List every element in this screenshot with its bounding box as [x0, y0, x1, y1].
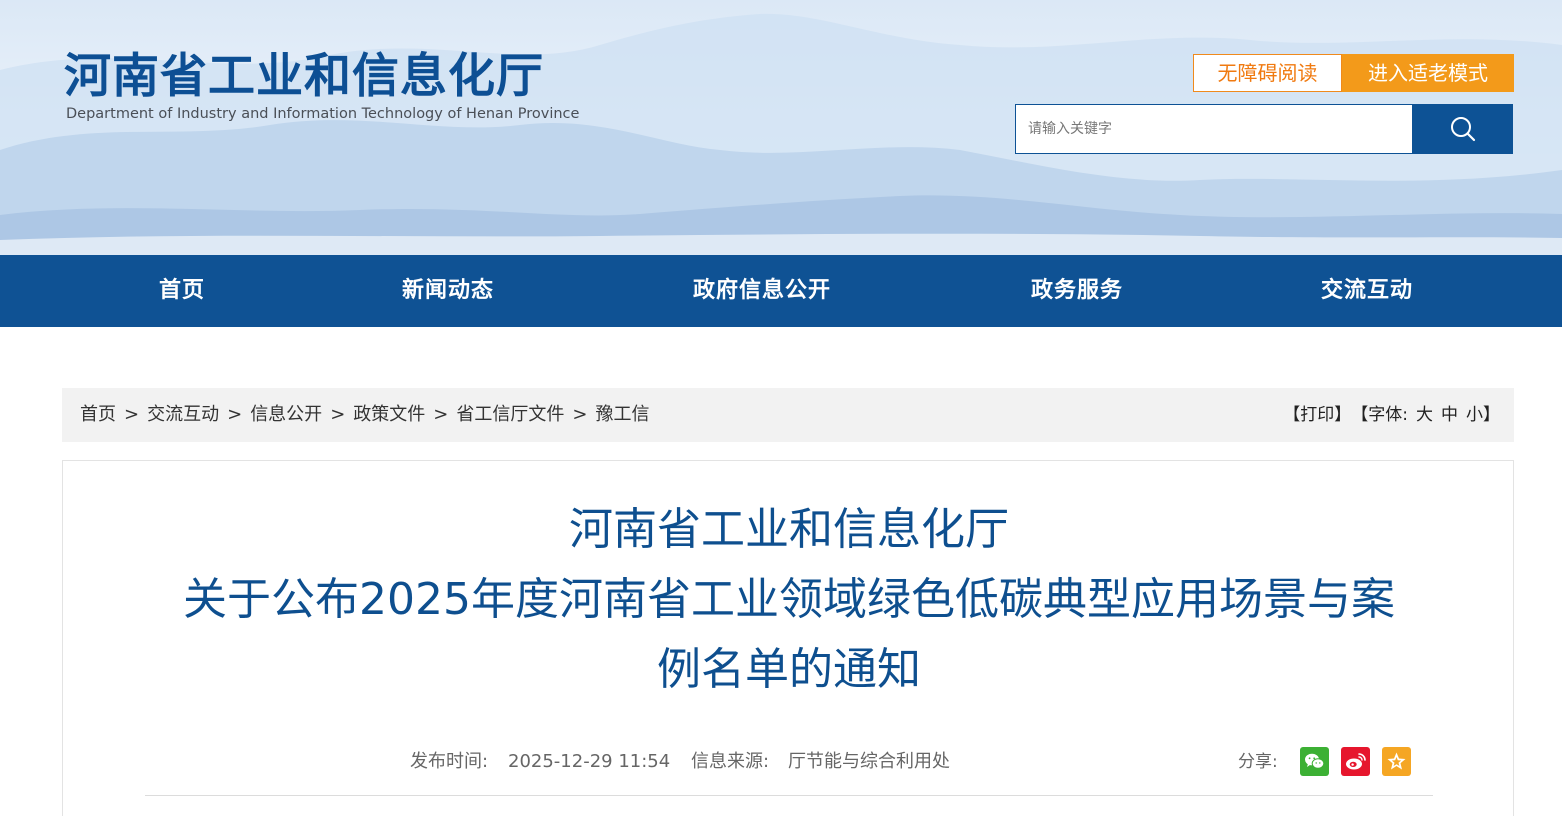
article-title-line-1: 河南省工业和信息化厅 — [569, 504, 1009, 555]
breadcrumb-separator: > — [227, 404, 243, 425]
nav-item-news[interactable]: 新闻动态 — [402, 255, 494, 327]
search-bar — [1015, 104, 1513, 154]
font-size-medium[interactable]: 中 — [1441, 388, 1458, 442]
font-size-bracket: 】 — [1483, 405, 1500, 425]
page-tools: 【打印】 【字体: 大 中 小 】 — [1283, 388, 1500, 442]
source-label: 信息来源: — [691, 751, 770, 772]
search-icon — [1450, 117, 1475, 142]
search-button[interactable] — [1412, 104, 1513, 154]
weibo-icon[interactable] — [1341, 747, 1370, 776]
breadcrumb-item-interaction[interactable]: 交流互动 — [147, 388, 219, 442]
article-panel: 河南省工业和信息化厅 关于公布2025年度河南省工业领域绿色低碳典型应用场景与案… — [62, 460, 1514, 816]
breadcrumb-separator: > — [330, 404, 346, 425]
favorite-star-icon[interactable] — [1382, 747, 1411, 776]
print-link[interactable]: 【打印】 — [1283, 388, 1351, 442]
breadcrumb-item-dept-docs[interactable]: 省工信厅文件 — [456, 388, 564, 442]
site-header: 河南省工业和信息化厅 Department of Industry and In… — [0, 0, 1562, 255]
font-size-small[interactable]: 小 — [1466, 388, 1483, 442]
share-label: 分享: — [1238, 752, 1278, 772]
wechat-icon[interactable] — [1300, 747, 1329, 776]
breadcrumb-item-policy-docs[interactable]: 政策文件 — [353, 388, 425, 442]
main-nav: 首页 新闻动态 政府信息公开 政务服务 交流互动 — [0, 255, 1562, 327]
breadcrumb-bar: 首页 > 交流互动 > 信息公开 > 政策文件 > 省工信厅文件 > 豫工信 【… — [62, 388, 1514, 442]
breadcrumb-item-info-disclosure[interactable]: 信息公开 — [250, 388, 322, 442]
reading-mode-buttons: 无障碍阅读 进入适老模式 — [1193, 54, 1514, 92]
meta-divider — [145, 795, 1433, 796]
breadcrumb: 首页 > 交流互动 > 信息公开 > 政策文件 > 省工信厅文件 > 豫工信 — [80, 388, 649, 442]
breadcrumb-item-yu-gongxin[interactable]: 豫工信 — [595, 388, 649, 442]
source-value: 厅节能与综合利用处 — [788, 751, 950, 772]
nav-item-gov-info[interactable]: 政府信息公开 — [693, 255, 831, 327]
nav-item-home[interactable]: 首页 — [159, 255, 205, 327]
article-title-line-3: 例名单的通知 — [657, 644, 921, 695]
font-size-large[interactable]: 大 — [1416, 388, 1433, 442]
accessibility-reading-button[interactable]: 无障碍阅读 — [1193, 54, 1342, 92]
article-title-line-2: 关于公布2025年度河南省工业领域绿色低碳典型应用场景与案 — [183, 574, 1395, 625]
breadcrumb-separator: > — [124, 404, 140, 425]
font-size-label: 【字体: — [1351, 405, 1408, 425]
site-logo-subtitle: Department of Industry and Information T… — [66, 106, 580, 122]
elder-mode-button[interactable]: 进入适老模式 — [1342, 54, 1514, 92]
publish-time-label: 发布时间: — [410, 751, 489, 772]
nav-item-gov-services[interactable]: 政务服务 — [1031, 255, 1123, 327]
search-input[interactable] — [1015, 104, 1412, 154]
publish-time: 2025-12-29 11:54 — [508, 751, 671, 772]
site-logo-title[interactable]: 河南省工业和信息化厅 — [64, 48, 544, 106]
breadcrumb-item-home[interactable]: 首页 — [80, 388, 116, 442]
breadcrumb-separator: > — [433, 404, 449, 425]
nav-item-interaction[interactable]: 交流互动 — [1321, 255, 1413, 327]
breadcrumb-separator: > — [572, 404, 588, 425]
